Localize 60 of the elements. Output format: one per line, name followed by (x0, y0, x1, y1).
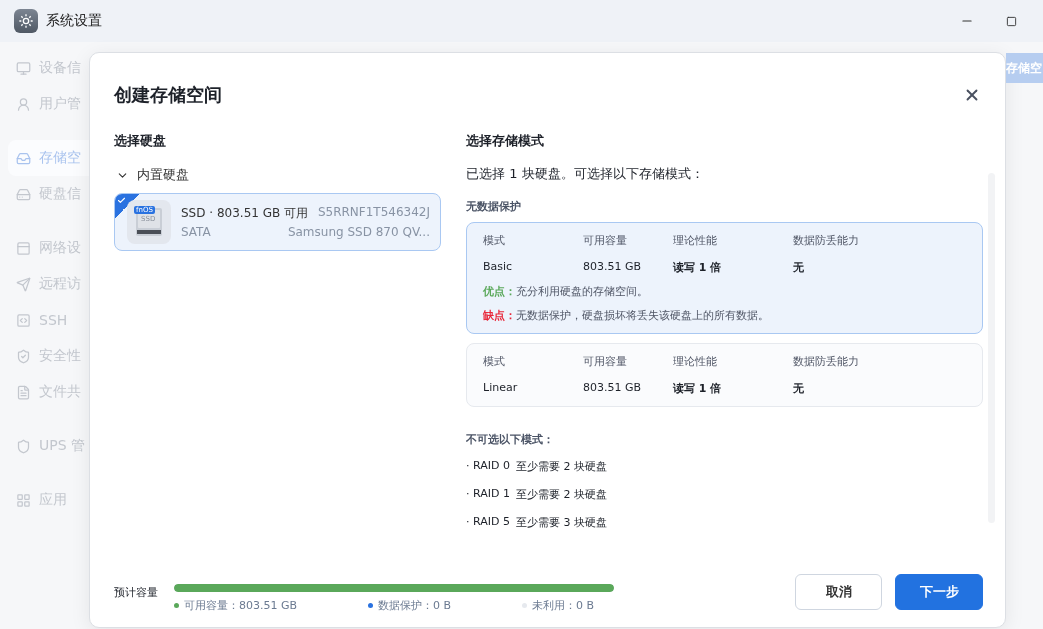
send-icon (16, 276, 31, 292)
section-title: 选择硬盘 (114, 132, 167, 150)
disk-bus: SATA (181, 225, 211, 239)
mode-card[interactable]: 模式 可用容量 理论性能 数据防丢能力 Basic 803.51 GB 读写 1 倍 无 优点：充分利用硬盘的存储空间。 缺点：无数据保护，硬盘损坏将丢失该硬盘上的所有数据。 (466, 222, 983, 334)
window-icon (16, 240, 31, 256)
summary-text: 已选择 1 块硬盘。可选择以下存储模式： (466, 165, 705, 183)
mode-value: 803.51 GB (583, 381, 643, 396)
raid-requirement: 至少需要 2 块硬盘 (515, 487, 607, 503)
disk-group-toggle[interactable]: 内置硬盘 (114, 163, 441, 187)
disk-serial: S5RRNF1T546342J (317, 205, 430, 221)
raid-mode: · RAID 5 (466, 515, 510, 530)
raid-requirement: 至少需要 2 块硬盘 (515, 459, 607, 475)
disk-model: Samsung SSD 870 QV... (287, 225, 430, 239)
pros-text: 优点：充分利用硬盘的存储空间。 (483, 284, 649, 299)
column-header: 理论性能 (673, 233, 718, 248)
legend-text: 数据保护：0 B (378, 597, 452, 613)
column-header: 数据防丢能力 (793, 233, 860, 248)
background-button[interactable]: 存储空 (1006, 53, 1043, 83)
inbox-icon (16, 150, 31, 166)
code-icon (16, 312, 31, 328)
column-header: 可用容量 (583, 233, 628, 248)
column-header: 模式 (483, 354, 506, 369)
cancel-button[interactable]: 取消 (795, 574, 882, 610)
mode-value: 读写 1 倍 (673, 381, 723, 396)
user-icon (16, 96, 31, 112)
column-header: 数据防丢能力 (793, 354, 860, 369)
capacity-label: 预计容量 (114, 584, 158, 600)
mode-value: 无 (793, 381, 805, 396)
mode-card[interactable]: 模式 可用容量 理论性能 数据防丢能力 Linear 803.51 GB 读写 1 倍 无 (466, 343, 983, 407)
maximize-icon (1005, 15, 1017, 27)
column-header: 理论性能 (673, 354, 718, 369)
shield-icon (16, 438, 31, 454)
mode-value: Linear (483, 381, 519, 396)
window-title: 系统设置 (46, 12, 103, 30)
column-header: 可用容量 (583, 354, 628, 369)
disk-name: SSD · 803.51 GB 可用 (181, 205, 309, 222)
section-title: 选择存储模式 (466, 132, 545, 150)
mode-value: 无 (793, 260, 805, 275)
raid-mode: · RAID 0 (466, 459, 510, 474)
monitor-icon (16, 60, 31, 76)
sidebar-item[interactable]: 存储空 (8, 140, 89, 176)
group-title: 无数据保护 (466, 199, 522, 214)
dialog-title: 创建存储空间 (114, 83, 222, 107)
cons-text: 缺点：无数据保护，硬盘损坏将丢失该硬盘上的所有数据。 (483, 308, 770, 323)
legend-text: 可用容量：803.51 GB (184, 597, 298, 613)
raid-requirement: 至少需要 3 块硬盘 (515, 515, 607, 531)
mode-value: 803.51 GB (583, 260, 643, 275)
raid-mode: · RAID 1 (466, 487, 510, 502)
drive-drawing (136, 208, 162, 236)
next-button[interactable]: 下一步 (895, 574, 983, 610)
hard-drive-icon (16, 186, 31, 202)
legend-text: 未利用：0 B (531, 597, 594, 613)
mode-value: 读写 1 倍 (673, 260, 723, 275)
column-header: 模式 (483, 233, 506, 248)
app-icon (14, 9, 38, 33)
shield-check-icon (16, 348, 31, 364)
grid-icon (16, 492, 31, 508)
document-icon (16, 384, 31, 400)
mode-value: Basic (483, 260, 514, 275)
unavailable-title: 不可选以下模式： (466, 432, 555, 447)
